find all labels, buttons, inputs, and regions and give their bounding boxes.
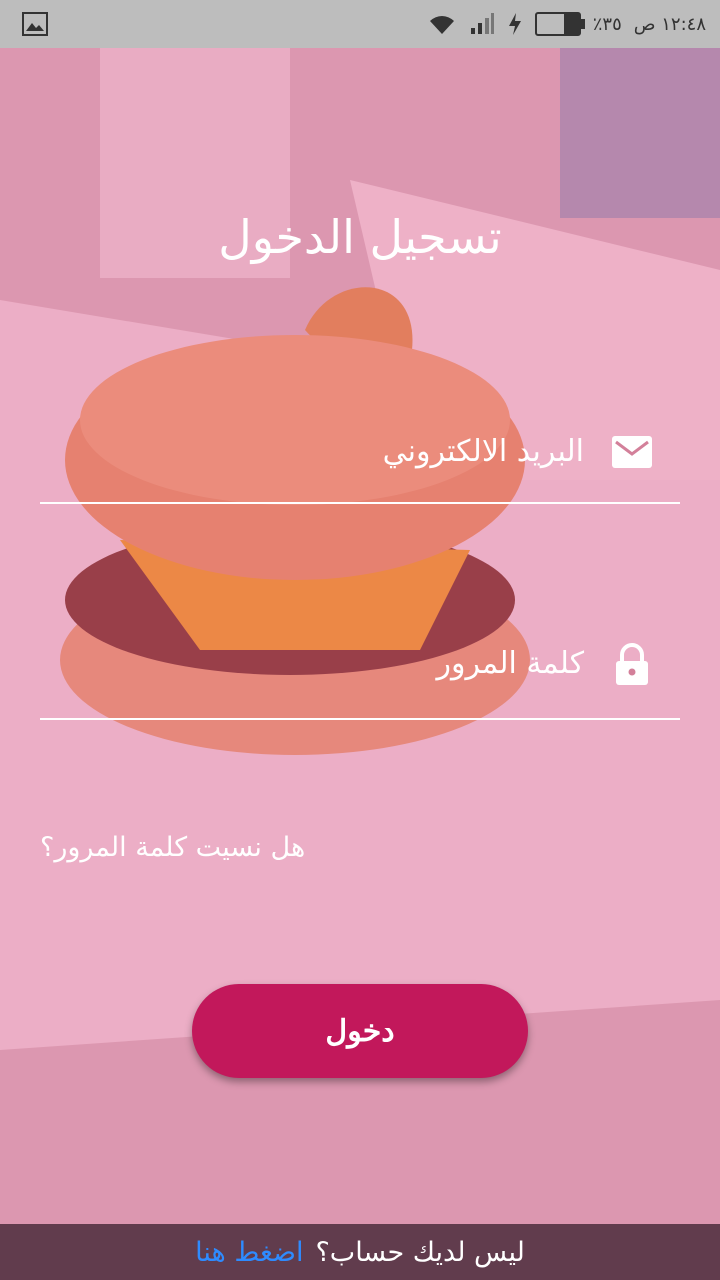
login-button[interactable]: دخول — [192, 984, 528, 1078]
battery-percent: ٪٣٥ — [592, 13, 622, 35]
email-input[interactable] — [40, 420, 684, 502]
charging-icon — [508, 13, 521, 35]
battery-icon — [534, 12, 585, 36]
signup-bar: ليس لديك حساب؟ اضغط هنا — [0, 1224, 720, 1280]
status-icons: ٪٣٥ ١٢:٤٨ ص — [427, 0, 706, 48]
clock: ١٢:٤٨ ص — [633, 13, 706, 35]
page-title: تسجيل الدخول — [218, 210, 502, 264]
no-account-text: ليس لديك حساب؟ — [315, 1236, 525, 1268]
forgot-password-link[interactable]: هل نسيت كلمة المرور؟ — [40, 832, 305, 863]
email-field[interactable]: البريد الالكتروني — [40, 412, 684, 504]
status-bar: ٪٣٥ ١٢:٤٨ ص — [0, 0, 720, 48]
signup-link[interactable]: اضغط هنا — [195, 1237, 303, 1268]
wifi-icon — [429, 16, 454, 34]
signal-icon — [470, 13, 494, 34]
image-icon — [22, 12, 48, 36]
password-input[interactable] — [40, 636, 684, 718]
password-field[interactable]: كلمة المرور — [40, 628, 684, 720]
